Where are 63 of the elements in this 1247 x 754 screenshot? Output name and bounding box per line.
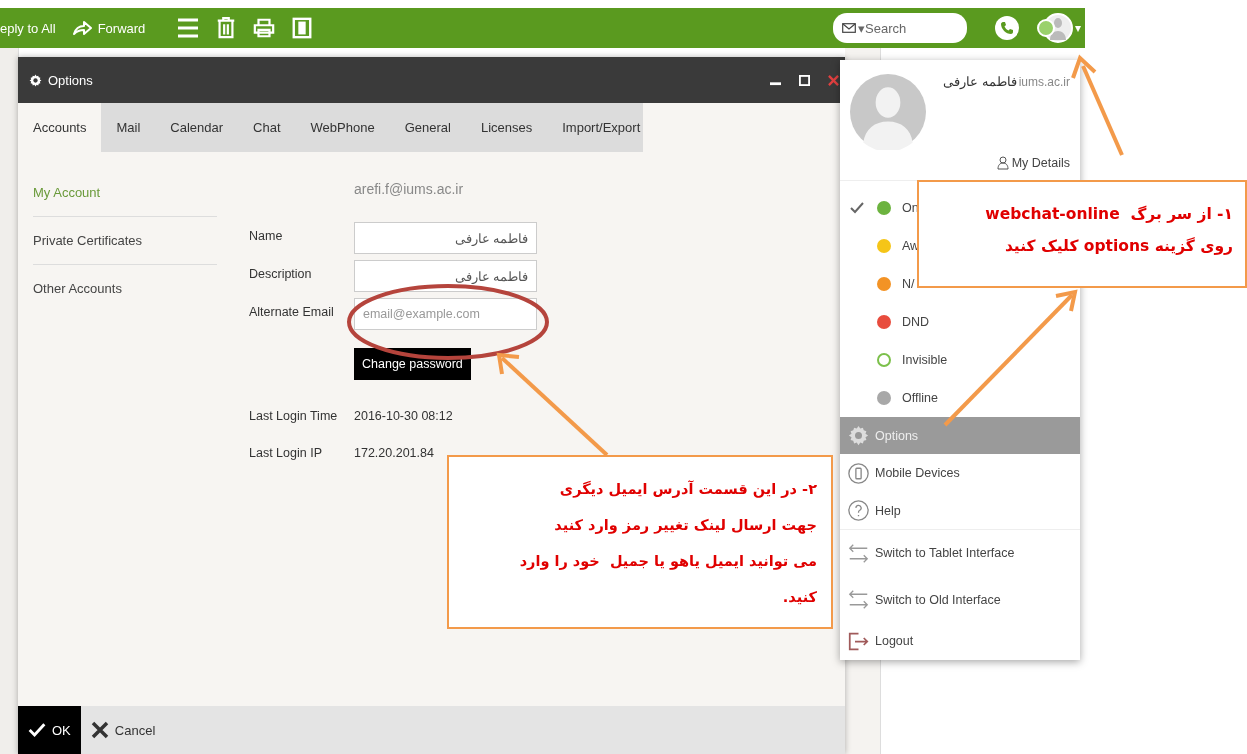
- field-label: Description: [249, 266, 313, 281]
- avatar-icon[interactable]: [1037, 13, 1073, 43]
- field-label: Alternate Email: [249, 304, 335, 319]
- menu-item[interactable]: Mobile Devices: [840, 454, 1080, 492]
- user-name: فاطمه عارفی: [943, 74, 1017, 89]
- input-field[interactable]: فاطمه عارفی: [354, 260, 537, 292]
- person-icon: [996, 156, 1009, 171]
- input-field[interactable]: فاطمه عارفی: [354, 222, 537, 254]
- cancel-button[interactable]: Cancel: [80, 706, 166, 754]
- menu-item[interactable]: Logout: [840, 622, 1080, 660]
- callout-text: ۱- از سر برگ webchat-online: [984, 204, 1233, 225]
- menu-item[interactable]: Help: [840, 491, 1080, 530]
- status-item[interactable]: Invisible: [840, 341, 1080, 380]
- mobile-phone-icon: [848, 462, 869, 484]
- help-icon: [848, 500, 869, 521]
- dialog-title: Options: [48, 72, 93, 88]
- panel-icon[interactable]: [291, 17, 314, 39]
- account-email: arefi.f@iums.ac.ir: [354, 181, 465, 197]
- status-item[interactable]: Offline: [840, 379, 1080, 418]
- swap-arrows-icon: [848, 542, 869, 564]
- sidebar-item[interactable]: Other Accounts: [33, 281, 217, 312]
- callout-text: روی گزینه options کلیک کنید: [1003, 236, 1233, 257]
- settings-icon: [29, 73, 42, 87]
- tab[interactable]: Accounts: [18, 103, 102, 152]
- swap-arrows-icon: [848, 589, 869, 611]
- callout-text: می توانید ایمیل یاهو یا جمیل خود را وارد: [518, 552, 817, 572]
- close-icon: [90, 721, 109, 739]
- menu-icon[interactable]: [177, 17, 200, 39]
- tab[interactable]: Mail: [101, 103, 156, 152]
- user-domain: iums.ac.ir: [1018, 75, 1070, 89]
- change-password-button[interactable]: Change password: [354, 348, 471, 380]
- ok-button[interactable]: OK: [18, 706, 81, 754]
- info-label: Last Login Time: [249, 408, 339, 423]
- tab[interactable]: Licenses: [465, 103, 548, 152]
- tab[interactable]: Import/Export: [547, 103, 656, 152]
- info-label: Last Login IP: [249, 445, 323, 460]
- avatar-silhouette-icon: [850, 74, 926, 150]
- callout-text: کنید.: [781, 588, 817, 607]
- search-field[interactable]: ▾Search: [833, 13, 967, 43]
- sidebar-item[interactable]: Private Certificates: [33, 233, 217, 265]
- my-details-link[interactable]: My Details: [996, 156, 1070, 171]
- phone-icon[interactable]: [995, 16, 1019, 40]
- checkmark-icon: [28, 721, 46, 739]
- logout-icon: [848, 630, 869, 652]
- info-value: 172.20.201.84: [354, 445, 435, 460]
- settings-icon: [848, 425, 869, 447]
- checkmark-icon: [850, 202, 864, 215]
- menu-item[interactable]: Switch to Old Interface: [840, 576, 1080, 623]
- field-label: Name: [249, 228, 284, 243]
- status-item[interactable]: DND: [840, 303, 1080, 342]
- forward-arrow-icon: [71, 20, 92, 36]
- tab[interactable]: Chat: [238, 103, 296, 152]
- callout-text: جهت ارسال لینک تغییر رمز وارد کنید: [553, 516, 817, 536]
- tab[interactable]: WebPhone: [295, 103, 390, 152]
- menu-item[interactable]: Switch to Tablet Interface: [840, 529, 1080, 577]
- input-field[interactable]: email@example.com: [354, 298, 537, 330]
- tab[interactable]: Calendar: [155, 103, 239, 152]
- close-icon[interactable]: [828, 74, 839, 86]
- info-value: 2016-10-30 08:12: [354, 408, 454, 423]
- maximize-icon[interactable]: [799, 74, 810, 86]
- printer-icon[interactable]: [253, 17, 276, 39]
- tab[interactable]: General: [389, 103, 466, 152]
- callout-text: ۲- در این قسمت آدرس ایمیل دیگری: [558, 479, 817, 500]
